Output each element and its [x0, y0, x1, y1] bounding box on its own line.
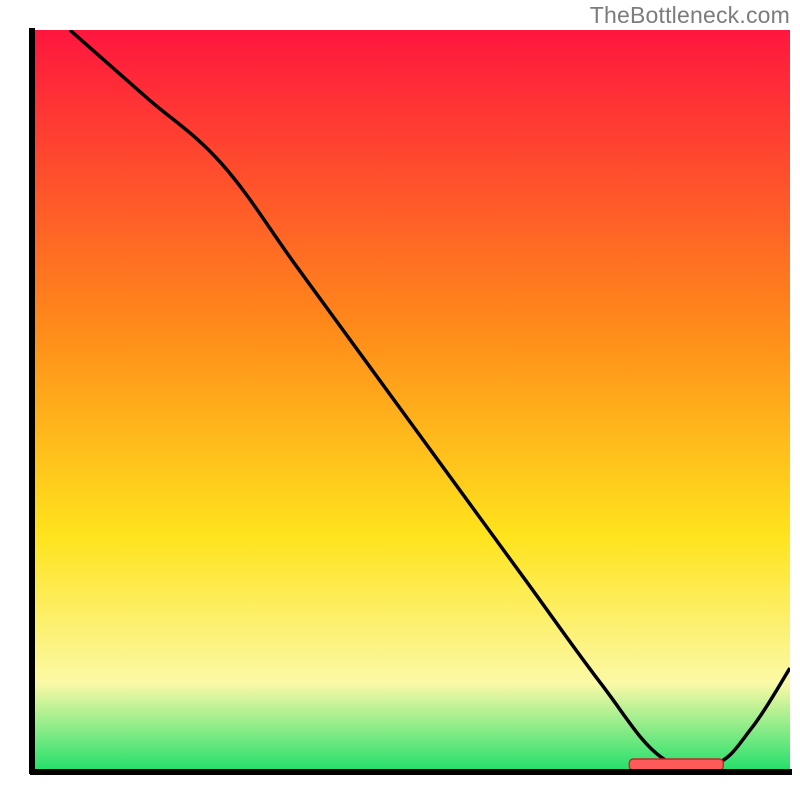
- attribution-text: TheBottleneck.com: [590, 2, 790, 29]
- bottleneck-chart: [0, 0, 800, 800]
- chart-container: { "attribution": "TheBottleneck.com", "m…: [0, 0, 800, 800]
- optimum-marker: [629, 759, 723, 770]
- plot-background: [32, 30, 790, 772]
